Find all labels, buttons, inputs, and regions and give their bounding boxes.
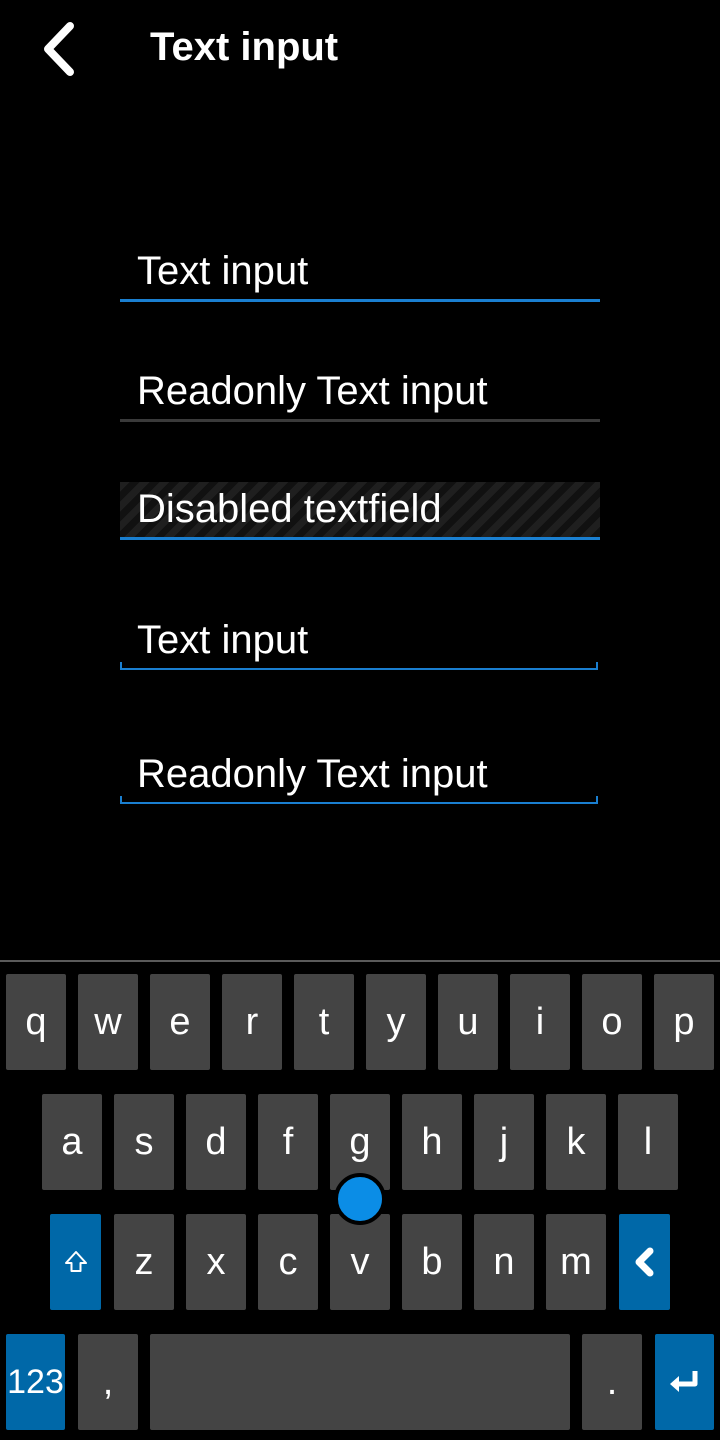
key-p[interactable]: p [654, 974, 714, 1070]
key-d[interactable]: d [186, 1094, 246, 1190]
backspace-icon [635, 1247, 653, 1277]
key-k[interactable]: k [546, 1094, 606, 1190]
shift-key[interactable] [50, 1214, 101, 1310]
app-header: Text input [0, 0, 720, 100]
key-y[interactable]: y [366, 974, 426, 1070]
readonly-text-input-value-2: Readonly Text input [137, 752, 488, 796]
key-x[interactable]: x [186, 1214, 246, 1310]
enter-icon [669, 1371, 697, 1392]
key-z[interactable]: z [114, 1214, 174, 1310]
enter-key[interactable] [655, 1334, 714, 1430]
comma-key[interactable]: , [78, 1334, 138, 1430]
backspace-key[interactable] [619, 1214, 670, 1310]
key-q[interactable]: q [6, 974, 66, 1070]
key-e[interactable]: e [150, 974, 210, 1070]
page-title: Text input [150, 25, 339, 69]
key-l[interactable]: l [618, 1094, 678, 1190]
key-b[interactable]: b [402, 1214, 462, 1310]
key-h[interactable]: h [402, 1094, 462, 1190]
key-t[interactable]: t [294, 974, 354, 1070]
space-key[interactable] [150, 1334, 570, 1430]
key-j[interactable]: j [474, 1094, 534, 1190]
readonly-text-input-field[interactable]: Readonly Text input [120, 364, 600, 422]
key-f[interactable]: f [258, 1094, 318, 1190]
key-u[interactable]: u [438, 974, 498, 1070]
text-input-value: Text input [137, 249, 309, 293]
key-s[interactable]: s [114, 1094, 174, 1190]
key-o[interactable]: o [582, 974, 642, 1070]
key-n[interactable]: n [474, 1214, 534, 1310]
readonly-text-input-value: Readonly Text input [137, 369, 488, 413]
back-button[interactable] [30, 14, 94, 84]
key-v[interactable]: v [330, 1214, 390, 1310]
key-a[interactable]: a [42, 1094, 102, 1190]
text-cursor-handle[interactable] [334, 1173, 386, 1225]
text-input-value-2: Text input [137, 618, 309, 662]
key-r[interactable]: r [222, 974, 282, 1070]
disabled-textfield-value: Disabled textfield [137, 487, 442, 531]
key-w[interactable]: w [78, 974, 138, 1070]
period-key[interactable]: . [582, 1334, 642, 1430]
key-c[interactable]: c [258, 1214, 318, 1310]
key-i[interactable]: i [510, 974, 570, 1070]
text-input-field-2[interactable]: Text input [120, 612, 598, 670]
numbers-key[interactable]: 123 [6, 1334, 65, 1430]
key-m[interactable]: m [546, 1214, 606, 1310]
readonly-text-input-field-2[interactable]: Readonly Text input [120, 746, 598, 804]
disabled-textfield: Disabled textfield [120, 482, 600, 540]
chevron-left-icon [44, 22, 74, 76]
shift-icon [64, 1251, 87, 1272]
text-input-field[interactable]: Text input [120, 244, 600, 302]
